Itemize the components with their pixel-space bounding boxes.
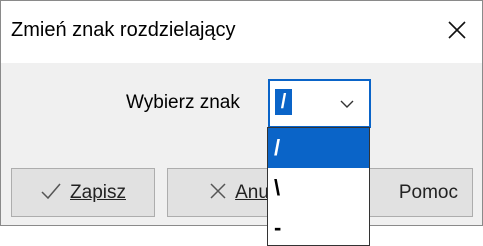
checkmark-icon	[40, 182, 62, 204]
save-button-label: Zapisz	[70, 181, 126, 203]
separator-dropdown-list: / \ -	[267, 127, 370, 246]
cancel-button-label: Anu	[235, 181, 269, 203]
dropdown-option-dash[interactable]: -	[268, 208, 369, 246]
help-button-label: Pomoc	[398, 181, 458, 203]
save-button[interactable]: Zapisz	[11, 168, 155, 217]
title-bar: Zmień znak rozdzielający	[1, 1, 482, 63]
close-icon	[209, 182, 227, 204]
close-icon	[448, 21, 466, 39]
select-current-value: /	[275, 89, 292, 115]
separator-dialog: Zmień znak rozdzielający Wybierz znak / …	[0, 0, 483, 226]
dropdown-option-backslash[interactable]: \	[268, 168, 369, 208]
dialog-title: Zmień znak rozdzielający	[11, 19, 236, 41]
close-button[interactable]	[440, 13, 474, 47]
separator-select[interactable]: /	[268, 79, 371, 128]
choose-separator-label: Wybierz znak	[126, 92, 240, 113]
chevron-down-icon[interactable]	[337, 89, 357, 119]
dropdown-option-slash[interactable]: /	[268, 128, 369, 168]
